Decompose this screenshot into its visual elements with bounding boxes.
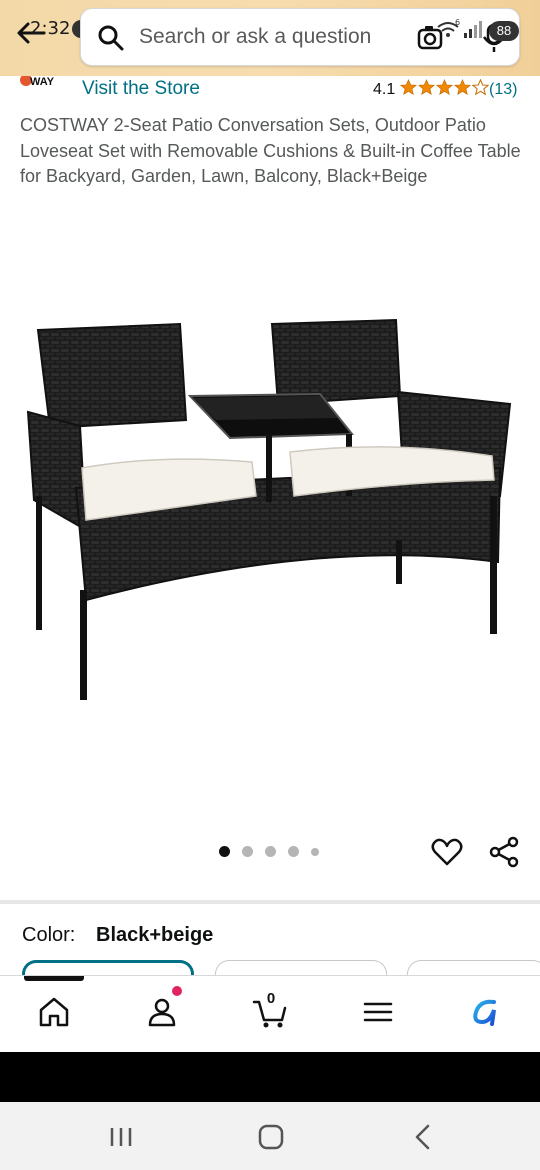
visit-store-link[interactable]: Visit the Store — [82, 78, 200, 100]
heart-icon[interactable] — [430, 835, 464, 869]
wifi-icon: 6 — [437, 19, 460, 37]
section-divider — [0, 900, 540, 904]
account-icon — [148, 998, 176, 1027]
star-full-icon — [400, 79, 417, 96]
status-time: 2:32 — [30, 18, 71, 39]
system-back-icon[interactable] — [408, 1122, 438, 1152]
top-search-bar: 2:32 Search or ask a question 6 88 — [0, 0, 540, 76]
search-input[interactable]: Search or ask a question 6 88 — [80, 8, 520, 66]
carousel-dot[interactable] — [288, 846, 299, 857]
nav-rufus[interactable] — [432, 976, 540, 1053]
network-label: 6 — [455, 19, 460, 27]
carousel-dot[interactable] — [311, 847, 319, 856]
product-title: COSTWAY 2-Seat Patio Conversation Sets, … — [20, 115, 521, 186]
product-image[interactable] — [20, 300, 520, 720]
carousel-dot[interactable] — [265, 846, 276, 857]
color-label: Color: — [22, 924, 76, 946]
recent-apps-icon[interactable] — [106, 1122, 136, 1152]
store-logo[interactable]: WAY — [20, 76, 70, 102]
store-logo-text: WAY — [30, 76, 55, 88]
rating-value: 4.1 — [373, 81, 396, 98]
cart-count: 0 — [266, 990, 276, 1007]
share-icon[interactable] — [487, 835, 521, 869]
battery-badge: 88 — [489, 21, 519, 41]
search-icon — [98, 25, 124, 51]
star-full-icon — [454, 79, 471, 96]
carousel-dot[interactable] — [242, 846, 253, 857]
carousel-dot[interactable] — [219, 846, 230, 857]
amazon-product-page: 2:32 Search or ask a question 6 88 WAY V… — [0, 0, 540, 1170]
system-nav-bar — [0, 1102, 540, 1170]
nav-cart[interactable]: 0 — [216, 976, 324, 1053]
rating-stars[interactable] — [400, 79, 489, 96]
nav-account[interactable] — [108, 976, 216, 1053]
bottom-nav-bar: 0 — [0, 975, 540, 1052]
rufus-icon — [473, 999, 496, 1026]
home-icon — [39, 997, 69, 1027]
star-empty-icon — [472, 79, 489, 96]
home-button-icon[interactable] — [256, 1122, 286, 1152]
nav-menu[interactable] — [324, 976, 432, 1053]
star-full-icon — [418, 79, 435, 96]
star-full-icon — [436, 79, 453, 96]
nav-home[interactable] — [0, 976, 108, 1053]
notification-dot — [172, 986, 182, 996]
image-carousel-dots — [219, 846, 319, 857]
color-value: Black+beige — [96, 924, 214, 946]
menu-icon — [363, 1002, 393, 1022]
active-indicator — [24, 976, 84, 981]
rating-count-link[interactable]: (13) — [489, 81, 517, 99]
black-strip — [0, 1052, 540, 1102]
search-placeholder: Search or ask a question — [139, 25, 372, 48]
